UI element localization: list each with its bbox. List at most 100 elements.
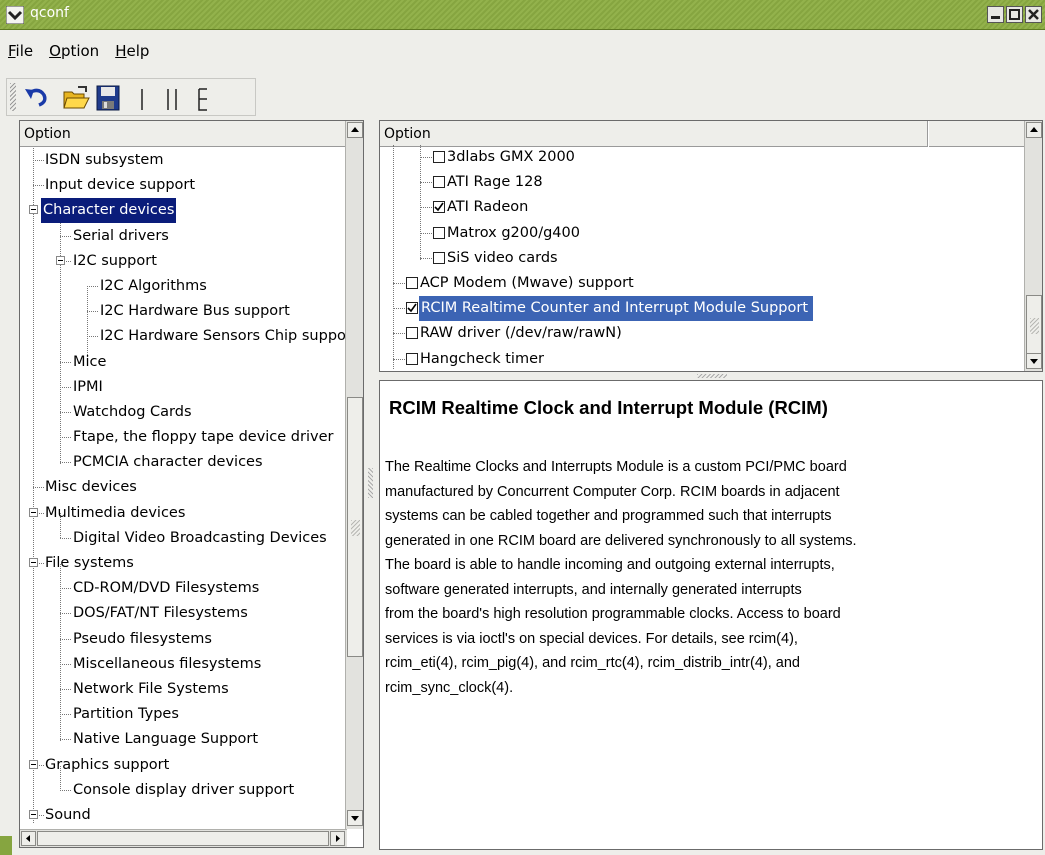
tree-item-label: Character devices bbox=[41, 198, 177, 224]
open-folder-icon[interactable] bbox=[61, 83, 91, 113]
single-view-icon[interactable] bbox=[127, 83, 157, 113]
tree-item-misc-fs[interactable]: Miscellaneous filesystems bbox=[20, 652, 345, 677]
minimize-icon[interactable] bbox=[987, 6, 1004, 23]
tree-item-isdn[interactable]: ISDN subsystem bbox=[20, 148, 345, 173]
collapse-icon[interactable] bbox=[29, 809, 38, 819]
option-acp-modem[interactable]: ACP Modem (Mwave) support bbox=[380, 271, 1024, 296]
scroll-down-icon[interactable] bbox=[1026, 353, 1042, 369]
menu-help-label: elp bbox=[126, 42, 150, 60]
left-vertical-scrollbar[interactable] bbox=[345, 121, 363, 829]
checkbox-icon[interactable] bbox=[433, 251, 445, 264]
tree-item-input-device[interactable]: Input device support bbox=[20, 173, 345, 198]
tree-item-network-fs[interactable]: Network File Systems bbox=[20, 677, 345, 702]
menu-help[interactable]: Help bbox=[113, 40, 151, 66]
window-menu-icon[interactable] bbox=[5, 5, 25, 25]
tree-item-dvb[interactable]: Digital Video Broadcasting Devices bbox=[20, 526, 345, 551]
option-rcim[interactable]: RCIM Realtime Counter and Interrupt Modu… bbox=[380, 296, 1024, 322]
horizontal-splitter[interactable] bbox=[379, 372, 1043, 380]
tree-item-label: Network File Systems bbox=[73, 680, 229, 697]
tree-item-sound[interactable]: Sound bbox=[20, 803, 345, 824]
tree-item-ftape[interactable]: Ftape, the floppy tape device driver bbox=[20, 425, 345, 450]
tree-item-i2c-hw-sensors[interactable]: I2C Hardware Sensors Chip support bbox=[20, 324, 345, 349]
tree-item-label: Console display driver support bbox=[73, 781, 295, 798]
checkbox-icon[interactable] bbox=[406, 352, 418, 365]
right-column-header-value[interactable] bbox=[929, 121, 1025, 147]
tree-item-multimedia[interactable]: Multimedia devices bbox=[20, 501, 345, 526]
option-ati-rage[interactable]: ATI Rage 128 bbox=[380, 170, 1024, 195]
window-title: qconf bbox=[30, 5, 69, 21]
checkbox-icon[interactable] bbox=[406, 276, 418, 289]
close-icon[interactable] bbox=[1025, 6, 1042, 23]
menu-file[interactable]: File bbox=[6, 40, 35, 66]
option-sis[interactable]: SiS video cards bbox=[380, 246, 1024, 271]
tree-item-label: Misc devices bbox=[45, 479, 137, 496]
tree-item-ipmi[interactable]: IPMI bbox=[20, 375, 345, 400]
tree-item-pcmcia[interactable]: PCMCIA character devices bbox=[20, 450, 345, 475]
collapse-icon[interactable] bbox=[29, 558, 38, 567]
tree-item-file-systems[interactable]: File systems bbox=[20, 551, 345, 576]
tree-item-dos-fat[interactable]: DOS/FAT/NT Filesystems bbox=[20, 601, 345, 626]
tree-item-misc-devices[interactable]: Misc devices bbox=[20, 475, 345, 500]
maximize-icon[interactable] bbox=[1006, 6, 1023, 23]
option-3dlabs[interactable]: 3dlabs GMX 2000 bbox=[380, 145, 1024, 170]
option-hangcheck[interactable]: Hangcheck timer bbox=[380, 347, 1024, 370]
left-hscroll-thumb[interactable] bbox=[37, 831, 329, 846]
menu-tree: ISDN subsystem Input device support Char… bbox=[20, 148, 345, 824]
scroll-up-icon[interactable] bbox=[347, 122, 363, 138]
left-scroll-thumb[interactable] bbox=[347, 397, 363, 657]
tree-item-label: Sound bbox=[45, 806, 91, 823]
tree-item-label: Ftape, the floppy tape device driver bbox=[73, 429, 334, 446]
undo-icon[interactable] bbox=[21, 83, 51, 113]
tree-item-cdrom[interactable]: CD-ROM/DVD Filesystems bbox=[20, 576, 345, 601]
tree-item-i2c-support[interactable]: I2C support bbox=[20, 249, 345, 274]
save-disk-icon[interactable] bbox=[93, 83, 123, 113]
checkbox-icon[interactable] bbox=[433, 226, 445, 239]
collapse-icon[interactable] bbox=[56, 255, 65, 265]
qconf-window: qconf File Option Help Option ISDN subsy… bbox=[0, 0, 1045, 855]
option-label: ACP Modem (Mwave) support bbox=[420, 274, 634, 291]
menu-bar: File Option Help bbox=[6, 40, 151, 66]
option-matrox[interactable]: Matrox g200/g400 bbox=[380, 221, 1024, 246]
scroll-left-icon[interactable] bbox=[21, 831, 36, 846]
toolbar-grip[interactable] bbox=[10, 83, 16, 111]
checkbox-icon[interactable] bbox=[433, 151, 445, 163]
option-ati-radeon[interactable]: ATI Radeon bbox=[380, 195, 1024, 220]
tree-item-label: Graphics support bbox=[45, 756, 170, 773]
menu-option[interactable]: Option bbox=[47, 40, 101, 66]
tree-item-console-display[interactable]: Console display driver support bbox=[20, 778, 345, 803]
scroll-right-icon[interactable] bbox=[330, 831, 345, 846]
scroll-down-icon[interactable] bbox=[347, 810, 363, 826]
tree-item-native-language[interactable]: Native Language Support bbox=[20, 727, 345, 752]
tree-item-serial-drivers[interactable]: Serial drivers bbox=[20, 224, 345, 249]
checkbox-checked-icon[interactable] bbox=[406, 302, 418, 315]
tree-item-partition-types[interactable]: Partition Types bbox=[20, 702, 345, 727]
tree-item-graphics[interactable]: Graphics support bbox=[20, 753, 345, 778]
title-bar[interactable]: qconf bbox=[0, 0, 1045, 30]
vertical-splitter[interactable] bbox=[366, 420, 376, 540]
tree-item-watchdog[interactable]: Watchdog Cards bbox=[20, 400, 345, 425]
collapse-icon[interactable] bbox=[29, 205, 38, 215]
option-raw-driver[interactable]: RAW driver (/dev/raw/rawN) bbox=[380, 321, 1024, 346]
full-view-icon[interactable] bbox=[187, 83, 217, 113]
tree-item-label: I2C Hardware Sensors Chip support bbox=[100, 328, 345, 345]
split-view-icon[interactable] bbox=[157, 83, 187, 113]
collapse-icon[interactable] bbox=[29, 507, 38, 517]
left-column-header[interactable]: Option bbox=[20, 121, 346, 147]
tree-item-label: I2C Algorithms bbox=[100, 277, 207, 294]
tree-item-label: IPMI bbox=[73, 378, 103, 395]
tree-item-i2c-algorithms[interactable]: I2C Algorithms bbox=[20, 274, 345, 299]
checkbox-icon[interactable] bbox=[406, 327, 418, 340]
right-column-header[interactable]: Option bbox=[380, 121, 928, 147]
right-vertical-scrollbar[interactable] bbox=[1024, 121, 1042, 371]
tree-item-label: I2C support bbox=[73, 252, 157, 269]
collapse-icon[interactable] bbox=[29, 759, 38, 769]
tree-item-mice[interactable]: Mice bbox=[20, 350, 345, 375]
left-horizontal-scrollbar[interactable] bbox=[20, 829, 347, 847]
tree-item-pseudo-fs[interactable]: Pseudo filesystems bbox=[20, 627, 345, 652]
checkbox-checked-icon[interactable] bbox=[433, 201, 445, 214]
checkbox-icon[interactable] bbox=[433, 176, 445, 189]
scroll-up-icon[interactable] bbox=[1026, 122, 1042, 138]
tree-item-i2c-hw-bus[interactable]: I2C Hardware Bus support bbox=[20, 299, 345, 324]
tree-item-character-devices[interactable]: Character devices bbox=[20, 198, 345, 224]
right-scroll-thumb[interactable] bbox=[1026, 295, 1042, 355]
